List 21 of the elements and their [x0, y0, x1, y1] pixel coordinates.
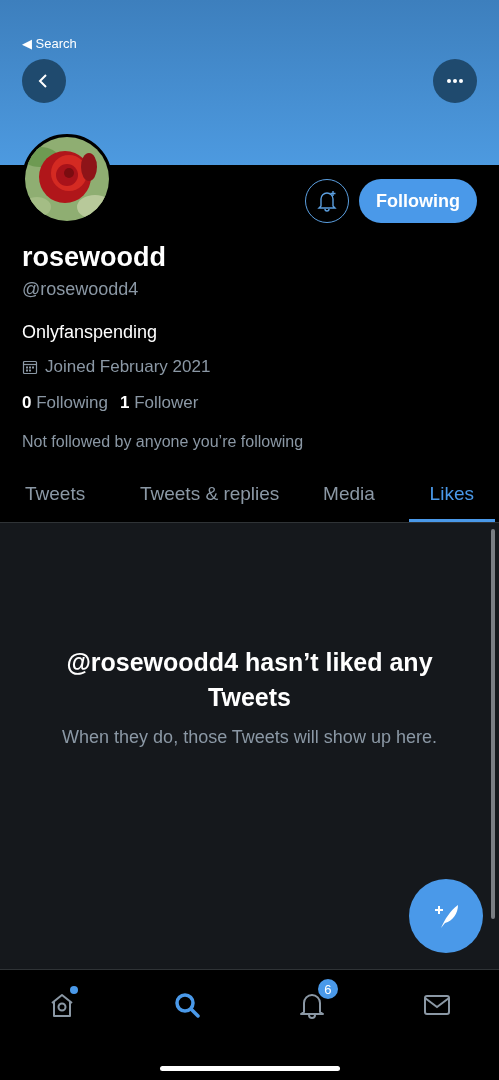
back-link[interactable]: ◀ Search	[22, 36, 77, 51]
bio-text: Onlyfanspending	[22, 322, 158, 343]
empty-title: @rosewoodd4 hasn’t liked any Tweets	[65, 647, 434, 713]
bell-icon	[297, 991, 326, 1019]
profile-tab[interactable]: Tweets & replies	[129, 473, 290, 522]
bell-plus-icon	[317, 190, 337, 212]
search-icon	[173, 991, 202, 1019]
more-button[interactable]	[433, 59, 477, 103]
following-count-link[interactable]: 0 Following	[22, 393, 108, 413]
more-icon	[446, 78, 464, 84]
joined-date: Joined February 2021	[45, 357, 211, 377]
calendar-icon	[22, 359, 38, 375]
followers-count-link[interactable]: 1 Follower	[120, 393, 199, 413]
user-handle: @rosewoodd4	[22, 279, 139, 300]
count-badge: 6	[317, 979, 338, 999]
display-name: rosewoodd	[22, 242, 166, 273]
empty-message: When they do, those Tweets will show up here.	[61, 726, 438, 749]
profile-tab[interactable]: Tweets	[4, 473, 107, 522]
back-button[interactable]	[22, 59, 66, 103]
followed-by-text: Not followed by anyone you’re following	[22, 433, 304, 451]
profile-tab[interactable]: Media	[313, 473, 385, 522]
